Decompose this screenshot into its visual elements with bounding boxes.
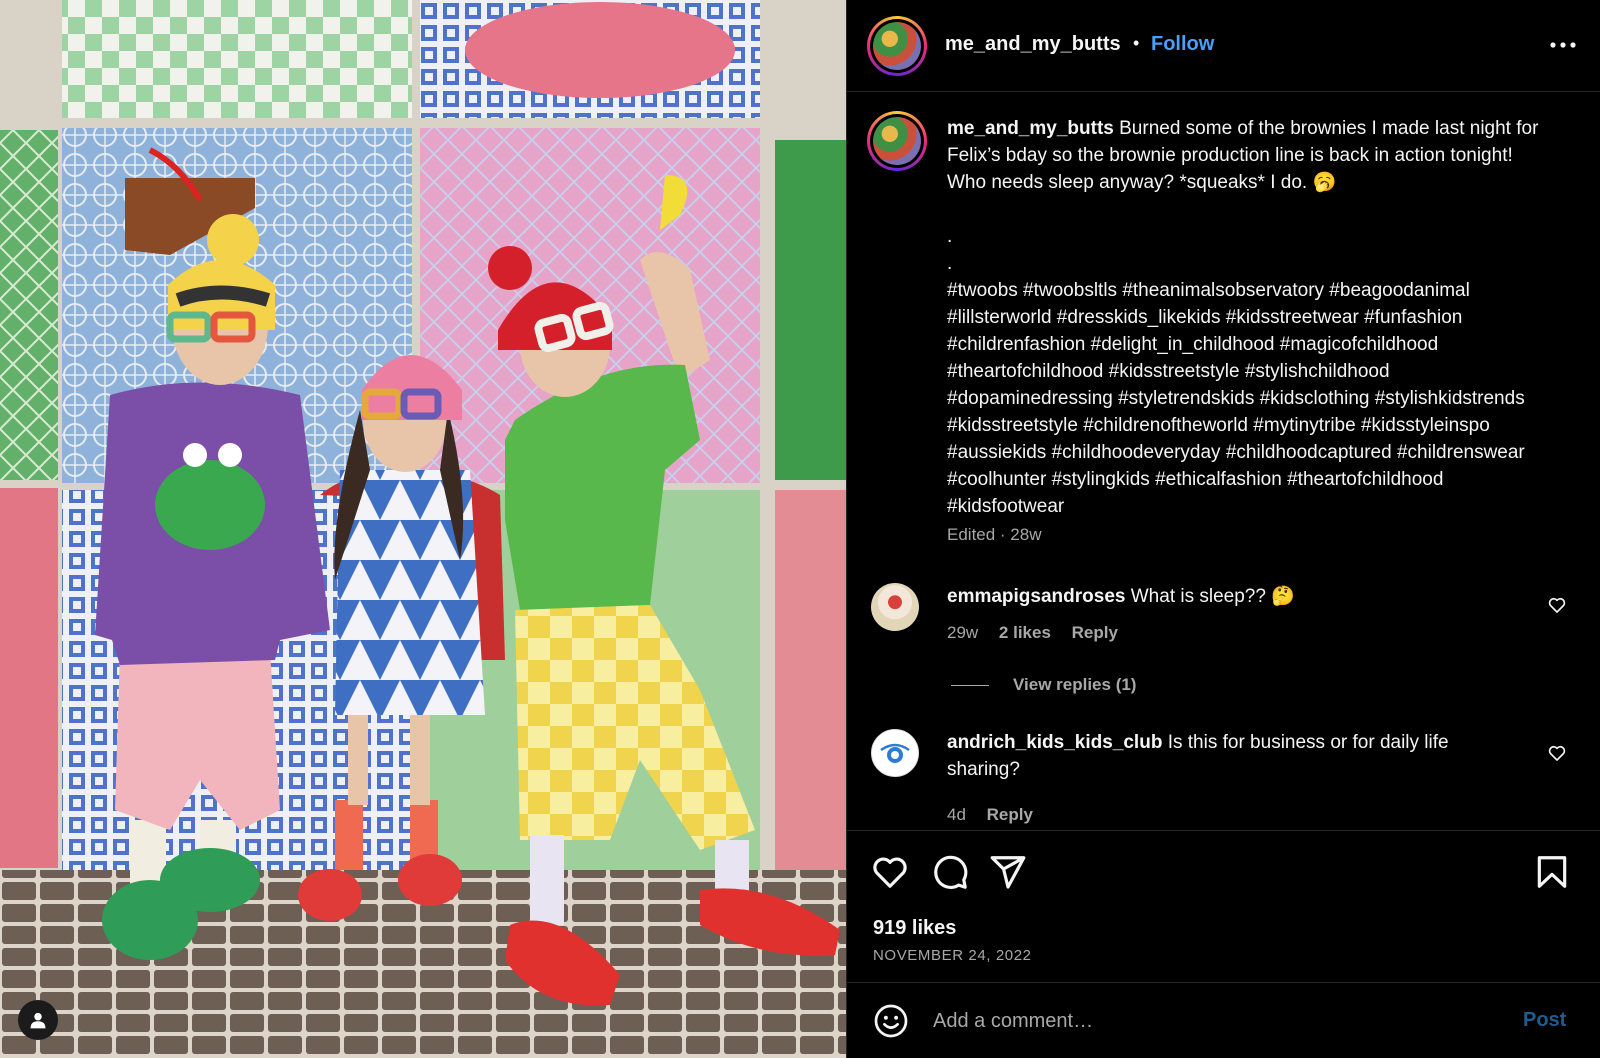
club-logo-icon (880, 743, 910, 763)
comments-list[interactable]: me_and_my_butts Burned some of the brown… (847, 93, 1600, 828)
replies-divider (951, 684, 989, 686)
caption-dot: . (947, 226, 953, 247)
view-replies-label: View replies (1) (1013, 675, 1137, 694)
send-icon[interactable] (989, 853, 1027, 891)
ellipsis-icon[interactable] (1545, 30, 1581, 60)
post-comment-button[interactable]: Post (1523, 1009, 1566, 1032)
caption-username[interactable]: me_and_my_butts (947, 118, 1114, 139)
caption-meta: Edited · 28w (947, 525, 1042, 544)
smiley-icon[interactable] (873, 1003, 909, 1039)
commenter-username[interactable]: emmapigsandroses (947, 586, 1125, 607)
post-date: NOVEMBER 24, 2022 (873, 947, 1032, 964)
heart-icon[interactable] (1547, 743, 1567, 763)
comment-icon[interactable] (931, 853, 969, 891)
comment-text: emmapigsandroses What is sleep?? 🤔 (947, 583, 1517, 610)
author-avatar[interactable] (867, 16, 927, 76)
post-actions: 919 likes NOVEMBER 24, 2022 (847, 830, 1600, 982)
comment-likes[interactable]: 2 likes (999, 623, 1051, 642)
caption-text: me_and_my_butts Burned some of the brown… (947, 115, 1557, 520)
bookmark-icon[interactable] (1533, 853, 1571, 891)
comment-input[interactable] (933, 1005, 1493, 1037)
author-username[interactable]: me_and_my_butts (945, 33, 1121, 56)
post-detail-panel: me_and_my_butts • Follow me_and_my_butts… (846, 0, 1600, 1058)
follow-button[interactable]: Follow (1151, 33, 1214, 56)
comment-time: 29w (947, 623, 979, 642)
commenter-avatar[interactable] (871, 729, 919, 777)
tagged-people-button[interactable] (18, 1000, 58, 1040)
comment-body: What is sleep?? 🤔 (1130, 586, 1295, 607)
post-photo (0, 0, 846, 1058)
reply-button[interactable]: Reply (1072, 623, 1118, 642)
comment-meta: 29w 2 likes Reply (947, 623, 1134, 643)
commenter-username[interactable]: andrich_kids_kids_club (947, 732, 1162, 753)
caption-avatar[interactable] (867, 111, 927, 171)
header-separator: • (1133, 33, 1140, 53)
comment-text: andrich_kids_kids_club Is this for busin… (947, 729, 1517, 783)
commenter-avatar[interactable] (871, 583, 919, 631)
view-replies-button[interactable]: View replies (1) (951, 675, 1136, 695)
post-photo-illustration (0, 0, 846, 1058)
comment-time: 4d (947, 805, 966, 824)
comment-meta: 4d Reply (947, 805, 1049, 825)
comment-composer: Post (847, 982, 1600, 1058)
heart-icon[interactable] (1547, 595, 1567, 615)
caption-dot: . (947, 253, 953, 274)
post-header: me_and_my_butts • Follow (847, 0, 1600, 92)
likes-count[interactable]: 919 likes (873, 917, 956, 940)
person-icon (30, 1012, 46, 1029)
caption-hashtags[interactable]: #twoobs #twoobsltls #theanimalsobservato… (947, 277, 1557, 520)
heart-icon[interactable] (871, 853, 909, 891)
reply-button[interactable]: Reply (987, 805, 1033, 824)
